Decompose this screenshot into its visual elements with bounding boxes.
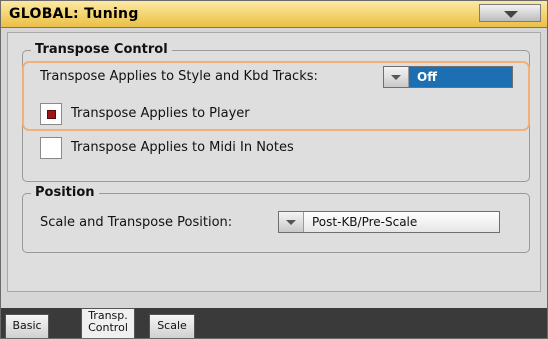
tab-scale[interactable]: Scale	[149, 314, 195, 338]
player-transpose-label: Transpose Applies to Player	[71, 106, 250, 121]
style-kbd-transpose-label: Transpose Applies to Style and Kbd Track…	[40, 69, 318, 84]
style-kbd-transpose-value: Off	[409, 67, 512, 87]
position-title: Position	[31, 185, 99, 200]
chevron-down-icon	[286, 220, 296, 225]
tab-transp-control-label-2: Control	[88, 321, 128, 334]
midi-in-transpose-label: Transpose Applies to Midi In Notes	[71, 140, 294, 155]
main-panel: Transpose Control Transpose Applies to S…	[7, 32, 541, 292]
checkbox-checked-mark	[47, 110, 56, 119]
title-bar: GLOBAL: Tuning	[1, 1, 547, 28]
scale-transpose-position-label: Scale and Transpose Position:	[40, 215, 233, 230]
tab-basic-label: Basic	[12, 319, 42, 332]
tab-basic[interactable]: Basic	[5, 314, 49, 338]
tab-transp-control[interactable]: Transp. Control	[81, 308, 135, 338]
dropdown-arrow	[384, 67, 409, 87]
chevron-down-icon	[504, 11, 518, 18]
scale-transpose-position-value: Post-KB/Pre-Scale	[304, 212, 499, 232]
chevron-down-icon	[391, 75, 401, 80]
tab-bar: Basic Transp. Control Scale	[1, 308, 547, 338]
transpose-control-title: Transpose Control	[31, 42, 172, 57]
style-kbd-transpose-dropdown[interactable]: Off	[383, 66, 513, 88]
scale-transpose-position-dropdown[interactable]: Post-KB/Pre-Scale	[278, 211, 500, 233]
page-title: GLOBAL: Tuning	[9, 6, 139, 22]
global-tuning-screen: GLOBAL: Tuning Transpose Control Transpo…	[0, 0, 548, 339]
tab-scale-label: Scale	[157, 319, 187, 332]
midi-in-transpose-checkbox[interactable]	[40, 137, 62, 159]
dropdown-arrow	[279, 212, 304, 232]
page-menu-button[interactable]	[479, 4, 541, 22]
player-transpose-checkbox[interactable]	[40, 103, 62, 125]
